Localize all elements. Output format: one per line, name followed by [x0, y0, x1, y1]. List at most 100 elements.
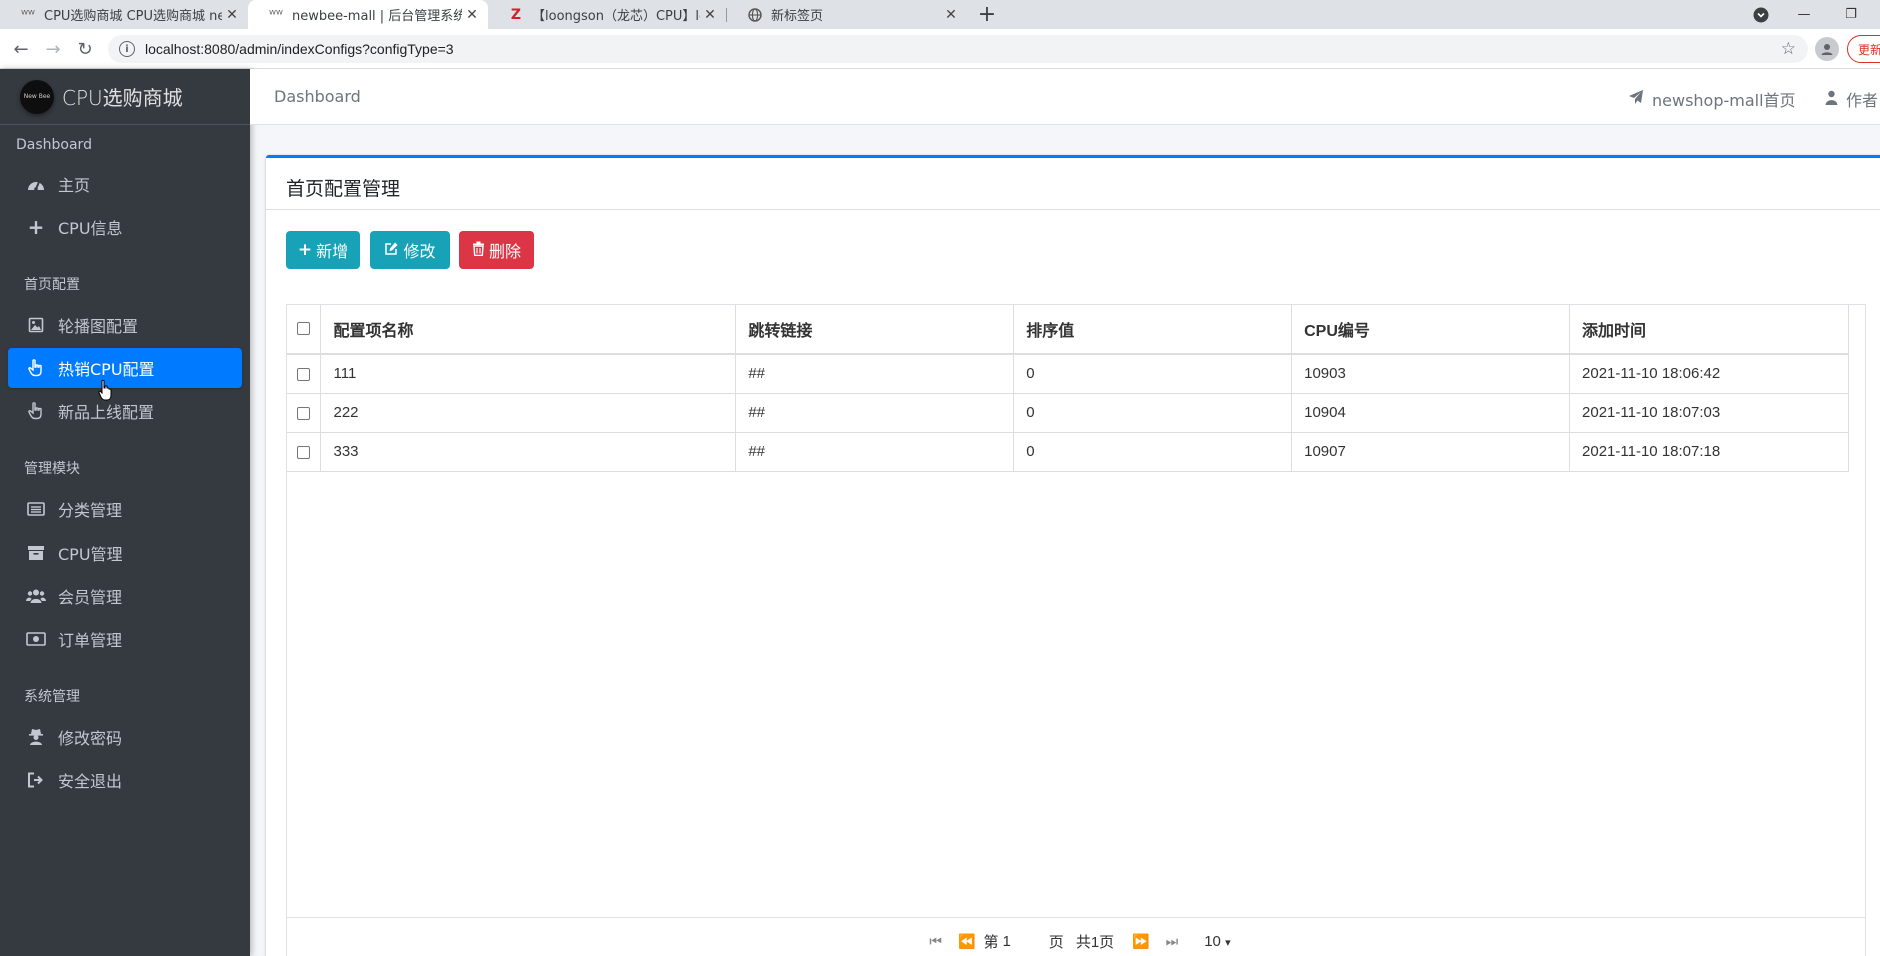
close-tab-icon[interactable]: ✕ [222, 7, 242, 23]
cell-name: 333 [320, 432, 737, 472]
author-link[interactable]: 作者 [1825, 87, 1878, 111]
delete-button[interactable]: 删除 [459, 231, 534, 269]
row-select-cell [287, 432, 322, 472]
image-icon [26, 315, 46, 335]
update-browser-button[interactable]: 更新 [1847, 35, 1880, 63]
chevron-down-icon: ▾ [1225, 937, 1231, 949]
bookmark-star-icon[interactable]: ☆ [1781, 39, 1796, 59]
sidebar-item-home[interactable]: 主页 [8, 164, 242, 204]
column-header-rank[interactable]: 排序值 [1013, 305, 1293, 355]
edit-button-label: 修改 [403, 242, 436, 261]
address-bar: ← → ↻ i localhost:8080/admin/indexConfig… [0, 29, 1880, 69]
row-select-cell [287, 354, 322, 394]
sidebar-item-member-management[interactable]: 会员管理 [8, 576, 242, 616]
cell-link: ## [735, 354, 1015, 394]
sidebar-item-logout[interactable]: 安全退出 [8, 760, 242, 800]
page-prefix: 第 [983, 934, 999, 951]
last-page-icon[interactable]: ⏭ [1166, 933, 1179, 950]
plus-icon: + [297, 240, 313, 260]
sidebar-item-label: 修改密码 [58, 729, 123, 748]
current-page-input[interactable]: 1 [1002, 933, 1010, 950]
column-header-created-time[interactable]: 添加时间 [1569, 305, 1849, 355]
close-tab-icon[interactable]: ✕ [462, 7, 482, 23]
row-checkbox[interactable] [297, 367, 311, 381]
sidebar-item-label: CPU信息 [58, 219, 123, 238]
nav-header-management: 管理模块 [24, 461, 80, 477]
nav-header-system: 系统管理 [24, 689, 80, 705]
newbee-favicon-icon: ᵂᵂ [269, 8, 283, 21]
cell-name: 111 [320, 354, 737, 394]
sidebar-item-label: 分类管理 [58, 501, 123, 520]
back-icon[interactable]: ← [8, 36, 34, 62]
trash-icon [472, 241, 485, 260]
shop-home-link[interactable]: newshop-mall首页 [1628, 87, 1796, 111]
add-button-label: 新增 [316, 242, 349, 261]
column-header-link[interactable]: 跳转链接 [735, 305, 1015, 355]
add-button[interactable]: + 新增 [286, 231, 360, 269]
sidebar-item-carousel-config[interactable]: 轮播图配置 [8, 305, 242, 345]
archive-icon [26, 543, 46, 563]
prev-page-icon[interactable]: ⏪ [958, 933, 975, 950]
sidebar-item-label: 会员管理 [58, 588, 123, 607]
site-info-icon[interactable]: i [119, 41, 135, 57]
url-text[interactable]: localhost:8080/admin/indexConfigs?config… [145, 41, 454, 57]
sidebar-item-new-arrival-config[interactable]: 新品上线配置 [8, 391, 242, 431]
brand-link[interactable]: New Bee CPU选购商城 [0, 69, 250, 125]
browser-tab-active[interactable]: ᵂᵂ newbee-mall | 后台管理系统 ✕ [248, 0, 488, 29]
restore-icon[interactable]: ❐ [1831, 0, 1871, 29]
table-row[interactable]: 333 ## 0 10907 2021-11-10 18:07:18 [287, 432, 1849, 472]
breadcrumb[interactable]: Dashboard [274, 87, 361, 106]
table-row[interactable]: 111 ## 0 10903 2021-11-10 18:06:42 [287, 354, 1849, 394]
reload-icon[interactable]: ↻ [72, 36, 98, 62]
user-icon [1825, 90, 1838, 109]
cell-created-time: 2021-11-10 18:07:03 [1569, 393, 1849, 433]
table-header-row: 配置项名称 跳转链接 排序值 CPU编号 添加时间 [287, 305, 1849, 355]
column-header-cpu-id[interactable]: CPU编号 [1291, 305, 1571, 355]
row-checkbox[interactable] [297, 445, 311, 459]
minimize-icon[interactable]: — [1784, 0, 1824, 29]
top-navbar: Dashboard newshop-mall首页 作者 [250, 69, 1880, 125]
edit-button[interactable]: 修改 [370, 231, 450, 269]
select-all-cell [287, 305, 322, 355]
delete-button-label: 删除 [488, 242, 521, 261]
shop-home-link-label: newshop-mall首页 [1652, 91, 1796, 110]
sidebar-item-hot-cpu-config[interactable]: 热销CPU配置 [8, 348, 242, 388]
page-title: 首页配置管理 [286, 178, 401, 200]
next-page-icon[interactable]: ⏩ [1132, 933, 1149, 950]
browser-tab[interactable]: Z 【loongson（龙芯）CPU】loon ✕ [488, 0, 726, 29]
browser-tab-bar: ᵂᵂ CPU选购商城 CPU选购商城 newbee ✕ ᵂᵂ newbee-ma… [0, 0, 1880, 29]
browser-tab[interactable]: 新标签页 ✕ [727, 0, 967, 29]
sidebar-item-label: 热销CPU配置 [58, 360, 155, 379]
new-tab-button[interactable]: + [975, 0, 999, 29]
close-tab-icon[interactable]: ✕ [700, 7, 720, 23]
column-header-name[interactable]: 配置项名称 [320, 305, 737, 355]
close-tab-icon[interactable]: ✕ [941, 7, 961, 23]
tab-search-icon[interactable] [1741, 0, 1781, 29]
sidebar-item-cpu-management[interactable]: CPU管理 [8, 533, 242, 573]
hand-pointer-icon [26, 401, 46, 421]
first-page-icon[interactable]: ⏮ [929, 933, 942, 950]
browser-tab[interactable]: ᵂᵂ CPU选购商城 CPU选购商城 newbee ✕ [0, 0, 248, 29]
table-row[interactable]: 222 ## 0 10904 2021-11-10 18:07:03 [287, 393, 1849, 433]
profile-avatar-icon[interactable] [1815, 37, 1839, 61]
sidebar-item-label: 主页 [58, 176, 91, 195]
newbee-favicon-icon: ᵂᵂ [21, 8, 35, 21]
page-size-select[interactable]: 10 ▾ [1204, 933, 1230, 950]
sidebar-item-category-management[interactable]: 分类管理 [8, 489, 242, 529]
forward-icon[interactable]: → [40, 36, 66, 62]
sidebar-item-order-management[interactable]: 订单管理 [8, 619, 242, 659]
globe-icon [747, 7, 763, 23]
row-checkbox[interactable] [297, 406, 311, 420]
row-select-cell [287, 393, 322, 433]
sidebar-item-change-password[interactable]: 修改密码 [8, 717, 242, 757]
cell-link: ## [735, 393, 1015, 433]
hand-pointer-icon [26, 358, 46, 378]
tachometer-icon [26, 174, 46, 194]
paper-plane-icon [1628, 89, 1644, 109]
sidebar-item-cpu-info[interactable]: + CPU信息 [8, 207, 242, 247]
cell-link: ## [735, 432, 1015, 472]
sidebar-item-label: 安全退出 [58, 772, 123, 791]
omnibox[interactable]: i localhost:8080/admin/indexConfigs?conf… [108, 35, 1808, 63]
data-grid: 配置项名称 跳转链接 排序值 CPU编号 添加时间 111 ## 0 10903… [286, 304, 1866, 956]
select-all-checkbox[interactable] [297, 322, 311, 336]
